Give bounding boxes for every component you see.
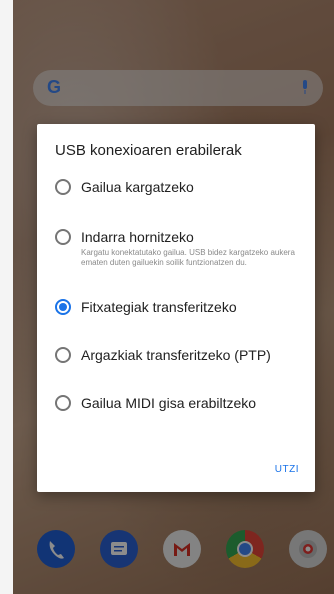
option-description: Kargatu konektatutako gailua. USB bidez …: [81, 248, 295, 267]
radio-button[interactable]: [55, 179, 71, 195]
radio-button-selected[interactable]: [55, 299, 71, 315]
cancel-button[interactable]: UTZI: [275, 464, 299, 475]
radio-button[interactable]: [55, 347, 71, 363]
option-label: Indarra hornitzeko: [81, 229, 194, 245]
dialog-title: USB konexioaren erabilerak: [55, 142, 242, 159]
radio-button[interactable]: [55, 395, 71, 411]
radio-button[interactable]: [55, 229, 71, 245]
option-label: Argazkiak transferitzeko (PTP): [81, 347, 271, 363]
option-label: Gailua MIDI gisa erabiltzeko: [81, 395, 257, 411]
option-label: Fitxategiak transferitzeko: [81, 299, 237, 315]
usb-options-dialog: USB konexioaren erabilerak Gailua kargat…: [37, 124, 315, 492]
option-label: Gailua kargatzeko: [81, 179, 194, 195]
home-screen: G USB konexioaren erabilerak Gailua karg…: [13, 0, 334, 594]
